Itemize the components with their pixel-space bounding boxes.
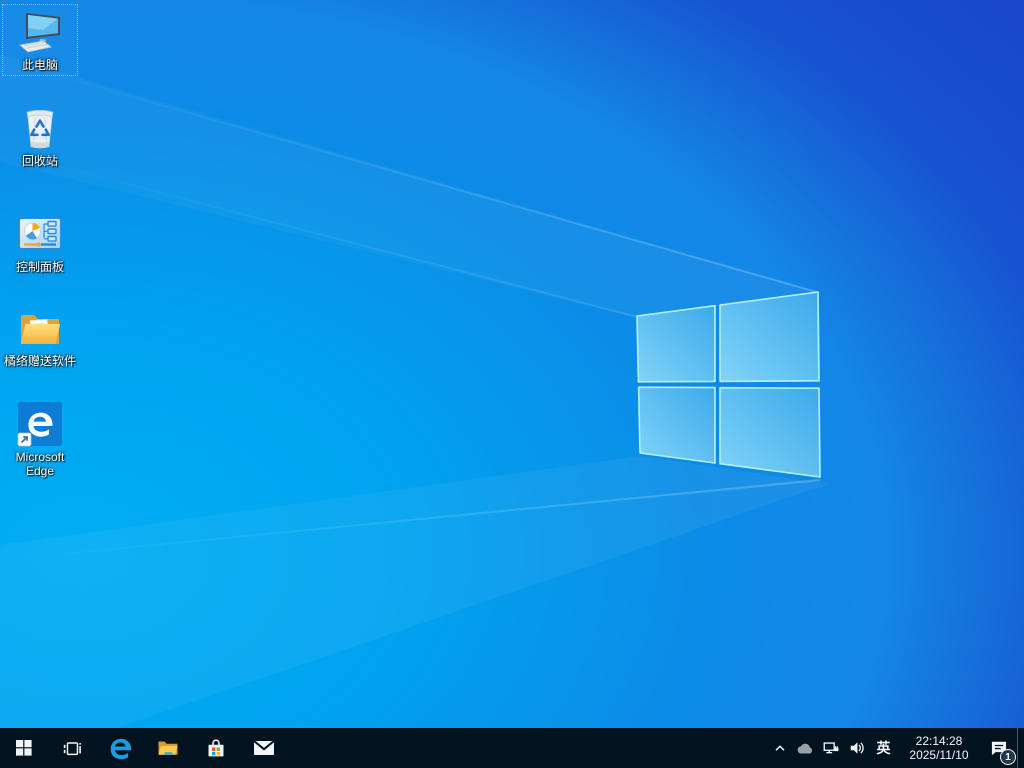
edge-icon bbox=[110, 738, 131, 759]
light-beam bbox=[0, 55, 820, 318]
speaker-icon bbox=[850, 742, 864, 754]
this-pc-icon bbox=[16, 8, 64, 56]
clock[interactable]: 22:14:28 2025/11/10 bbox=[897, 728, 981, 768]
desktop-icon-microsoft-edge[interactable]: Microsoft Edge bbox=[2, 396, 78, 479]
mail-button[interactable] bbox=[240, 728, 288, 768]
notification-badge: 1 bbox=[1000, 749, 1016, 765]
light-ray bbox=[0, 150, 638, 318]
network-ethernet-icon bbox=[823, 742, 839, 754]
show-hidden-icons-button[interactable] bbox=[768, 728, 792, 768]
mail-icon bbox=[253, 740, 275, 755]
ime-language-indicator[interactable]: 英 bbox=[870, 728, 897, 768]
action-center-button[interactable]: 1 bbox=[981, 728, 1017, 768]
cloud-icon bbox=[797, 743, 813, 753]
edge-taskbar-button[interactable] bbox=[96, 728, 144, 768]
clock-time: 22:14:28 bbox=[915, 734, 963, 748]
microsoft-edge-icon bbox=[16, 400, 64, 448]
taskbar: 英 22:14:28 2025/11/10 1 bbox=[0, 728, 1024, 768]
desktop-icon-gift-software-folder[interactable]: 橘络赠送软件 bbox=[2, 300, 78, 369]
light-beam bbox=[0, 456, 828, 768]
start-button[interactable] bbox=[0, 728, 48, 768]
desktop-icon-label: 控制面板 bbox=[15, 260, 64, 274]
windows-wallpaper-logo bbox=[636, 291, 821, 478]
microsoft-store-button[interactable] bbox=[192, 728, 240, 768]
desktop-icon-control-panel[interactable]: 控制面板 bbox=[2, 206, 78, 275]
desktop-icon-label: Microsoft Edge bbox=[15, 450, 65, 478]
show-desktop-button[interactable] bbox=[1017, 728, 1024, 768]
desktop-icon-label: 回收站 bbox=[21, 154, 58, 168]
microsoft-store-icon bbox=[208, 739, 224, 757]
shortcut-arrow-overlay bbox=[17, 432, 32, 447]
system-tray: 英 22:14:28 2025/11/10 1 bbox=[768, 728, 1024, 768]
clock-date: 2025/11/10 bbox=[909, 748, 969, 762]
control-panel-icon bbox=[16, 210, 64, 258]
onedrive-tray-button[interactable] bbox=[792, 728, 818, 768]
folder-icon bbox=[16, 304, 64, 352]
light-ray bbox=[0, 479, 821, 561]
desktop-icon-recycle-bin[interactable]: 回收站 bbox=[2, 100, 78, 169]
chevron-up-icon bbox=[775, 745, 785, 751]
desktop-icon-label: 此电脑 bbox=[21, 58, 58, 72]
task-view-button[interactable] bbox=[48, 728, 96, 768]
file-explorer-button[interactable] bbox=[144, 728, 192, 768]
task-view-icon bbox=[63, 742, 81, 756]
windows-logo-icon bbox=[16, 740, 32, 756]
network-tray-button[interactable] bbox=[818, 728, 844, 768]
ime-label: 英 bbox=[876, 740, 891, 756]
recycle-bin-icon bbox=[16, 104, 64, 152]
desktop-icon-label: 橘络赠送软件 bbox=[3, 354, 76, 368]
volume-tray-button[interactable] bbox=[844, 728, 870, 768]
light-ray bbox=[0, 58, 820, 294]
desktop-icon-this-pc[interactable]: 此电脑 bbox=[2, 4, 78, 76]
desktop-wallpaper: 此电脑 回收站 控制面板 橘络赠送软件 Microsoft Edge bbox=[0, 0, 1024, 768]
file-explorer-icon bbox=[158, 741, 178, 755]
